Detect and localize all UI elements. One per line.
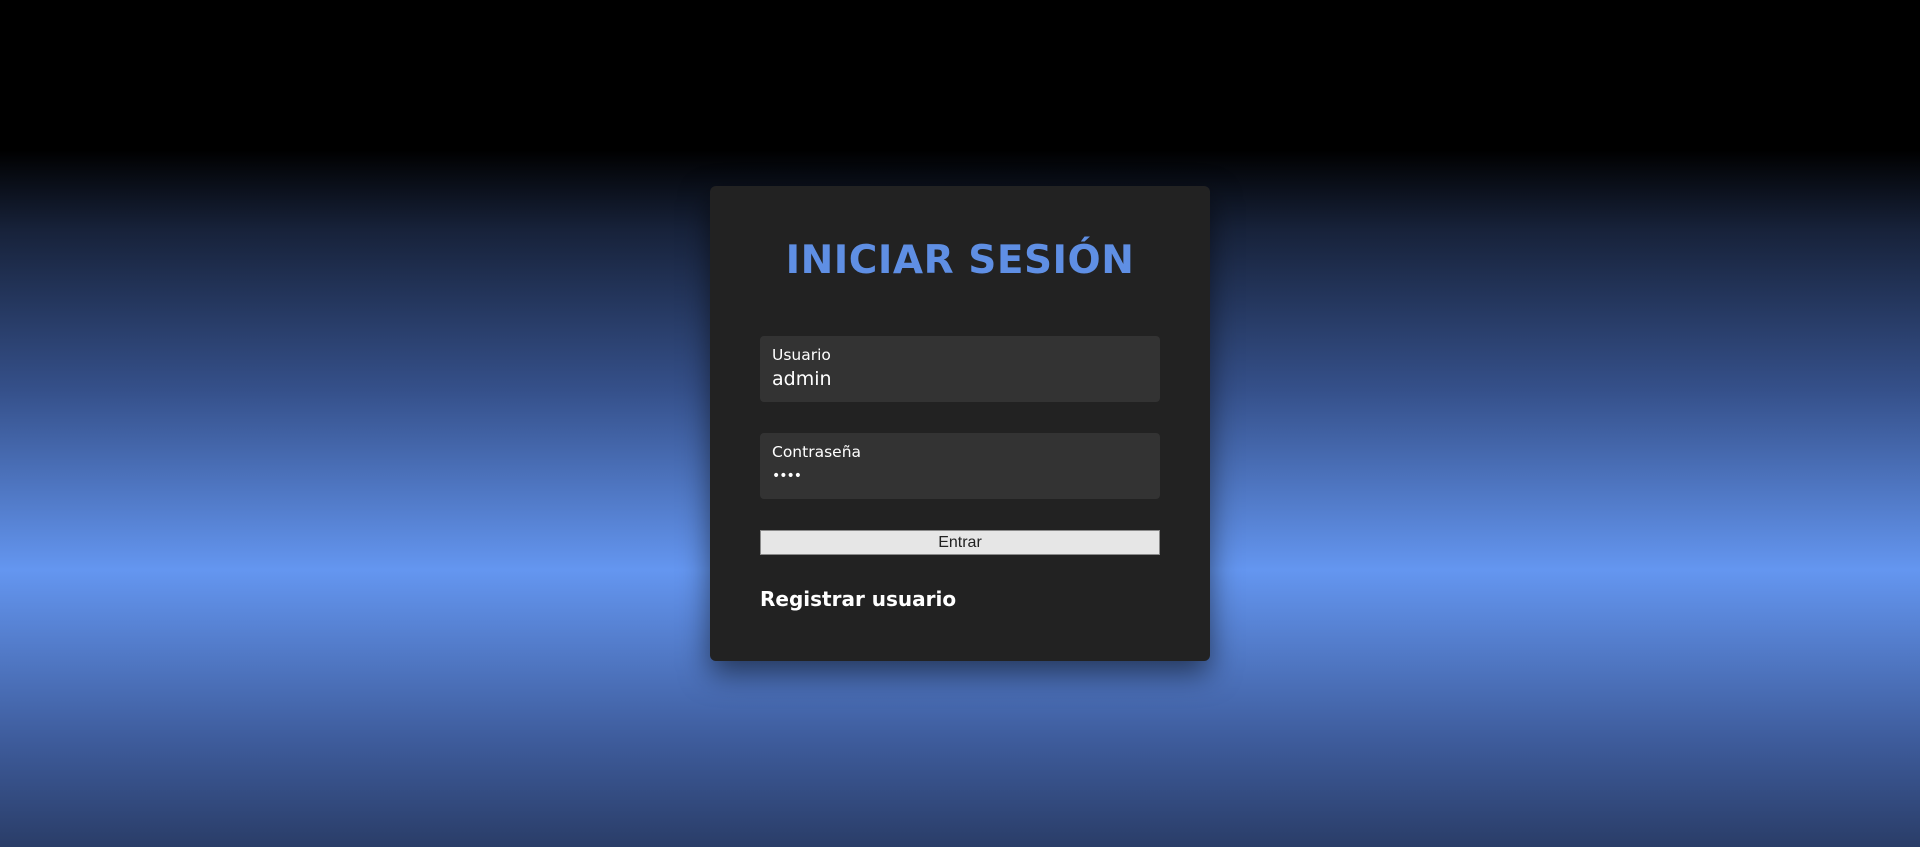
- login-card: INICIAR SESIÓN Usuario admin Contraseña …: [710, 186, 1210, 661]
- page-title: INICIAR SESIÓN: [785, 238, 1135, 283]
- submit-button[interactable]: Entrar: [760, 530, 1160, 555]
- register-user-link[interactable]: Registrar usuario: [760, 587, 956, 611]
- username-field[interactable]: Usuario admin: [760, 336, 1160, 402]
- password-label: Contraseña: [772, 443, 862, 461]
- username-label: Usuario: [772, 346, 831, 364]
- password-field[interactable]: Contraseña ••••: [760, 433, 1160, 499]
- password-input[interactable]: ••••: [772, 465, 1148, 487]
- username-input[interactable]: admin: [772, 368, 1148, 390]
